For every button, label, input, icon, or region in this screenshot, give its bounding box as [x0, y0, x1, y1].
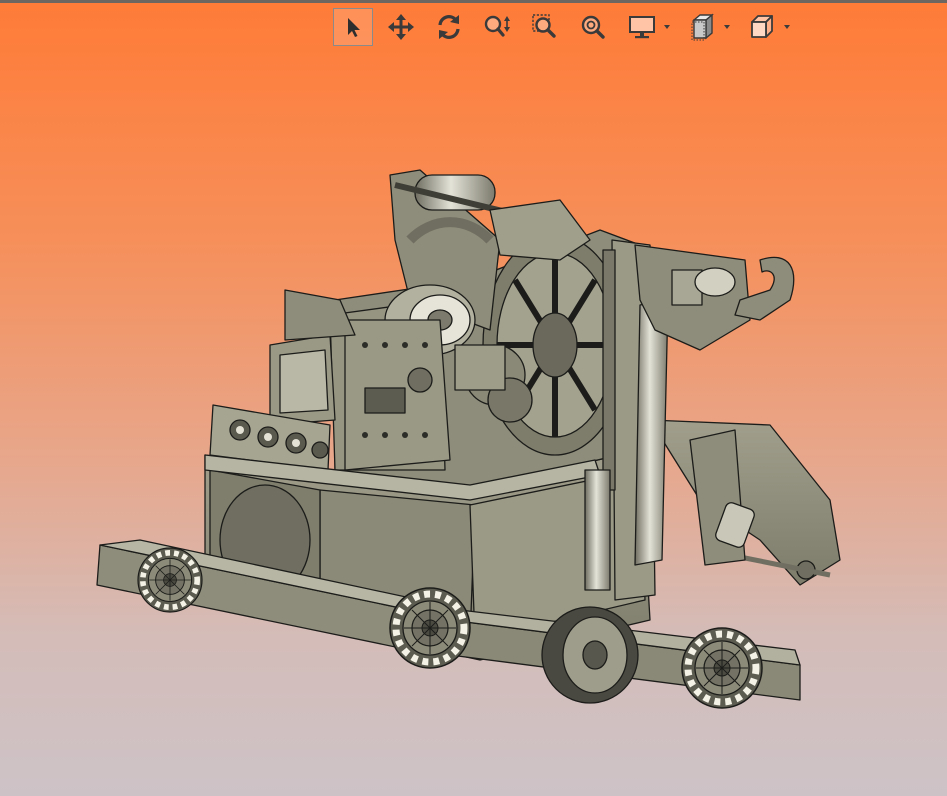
robot-assembly-model[interactable] — [0, 0, 947, 796]
3d-viewport[interactable] — [0, 0, 947, 796]
